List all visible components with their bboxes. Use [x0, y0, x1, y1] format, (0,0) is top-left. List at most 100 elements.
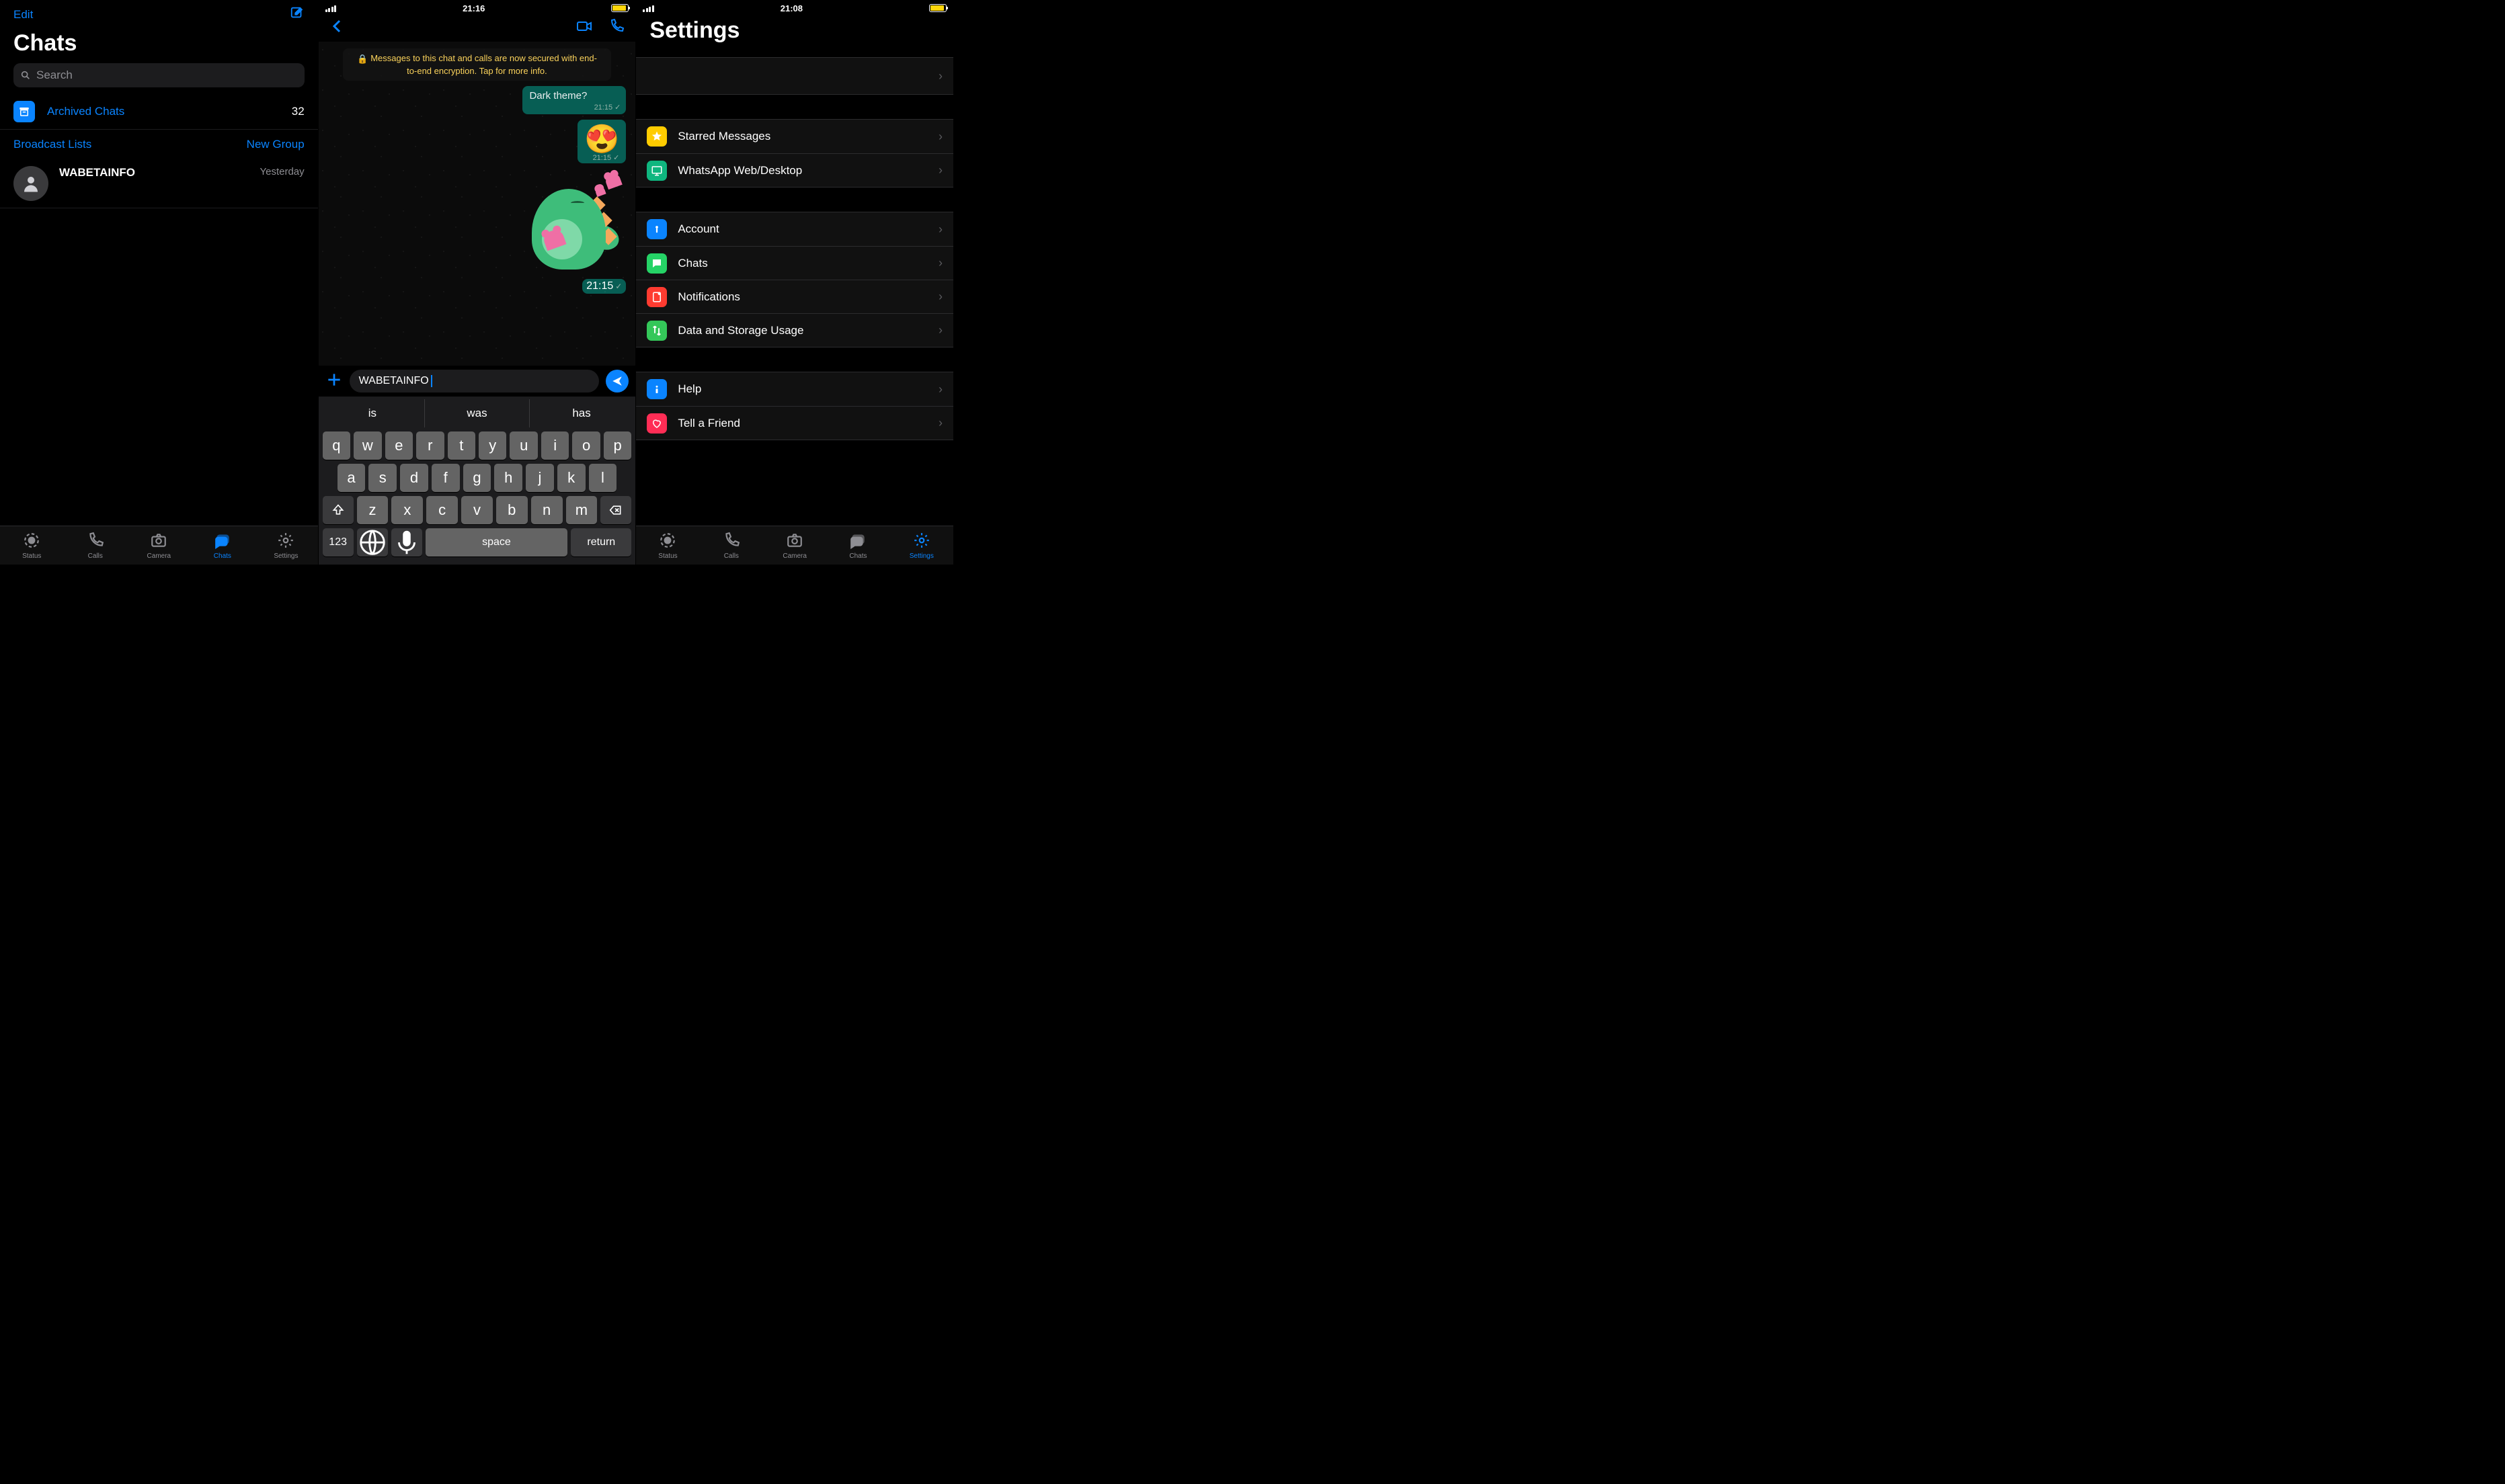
space-key[interactable]: space	[426, 528, 568, 556]
tab-calls[interactable]: Calls	[64, 526, 128, 565]
broadcast-lists-button[interactable]: Broadcast Lists	[13, 138, 91, 151]
globe-key[interactable]	[357, 528, 388, 556]
chat-row[interactable]: WABETAINFO Yesterday	[0, 159, 318, 208]
key-p[interactable]: p	[604, 431, 631, 460]
key-c[interactable]: c	[426, 496, 458, 524]
key-b[interactable]: b	[496, 496, 528, 524]
return-key[interactable]: return	[571, 528, 631, 556]
compose-button[interactable]	[290, 5, 305, 24]
key-x[interactable]: x	[391, 496, 423, 524]
message-input-value: WABETAINFO	[359, 375, 429, 387]
tell-icon	[647, 413, 667, 434]
message-input[interactable]: WABETAINFO	[350, 370, 600, 393]
voice-call-button[interactable]	[608, 18, 625, 38]
back-button[interactable]	[329, 18, 346, 38]
phone-icon	[608, 18, 625, 34]
tab-camera[interactable]: Camera	[763, 526, 826, 565]
search-wrap: Search	[0, 63, 318, 94]
tab-status[interactable]: Status	[636, 526, 699, 565]
message-bubble-outgoing[interactable]: 😍 21:15✓	[578, 120, 626, 163]
settings-cell-acct[interactable]: Account›	[636, 212, 953, 246]
settings-group: Starred Messages›WhatsApp Web/Desktop›	[636, 119, 953, 188]
key-d[interactable]: d	[400, 464, 428, 492]
profile-cell[interactable]: ›	[636, 57, 953, 95]
numbers-key[interactable]: 123	[323, 528, 354, 556]
cell-label: Account	[678, 222, 928, 236]
text-cursor	[431, 375, 432, 387]
backspace-icon	[609, 503, 623, 517]
list-actions-row: Broadcast Lists New Group	[0, 130, 318, 159]
key-q[interactable]: q	[323, 431, 350, 460]
tab-label: Settings	[274, 552, 298, 560]
attach-button[interactable]	[325, 371, 343, 392]
tab-status[interactable]: Status	[0, 526, 64, 565]
key-e[interactable]: e	[385, 431, 413, 460]
settings-cell-notif[interactable]: Notifications›	[636, 280, 953, 313]
tab-settings[interactable]: Settings	[254, 526, 318, 565]
prediction[interactable]: was	[424, 399, 529, 427]
key-u[interactable]: u	[510, 431, 537, 460]
message-bubble-outgoing[interactable]: Dark theme? 21:15✓	[522, 86, 626, 114]
data-icon	[647, 321, 667, 341]
key-z[interactable]: z	[357, 496, 389, 524]
avatar	[13, 166, 48, 201]
key-m[interactable]: m	[566, 496, 598, 524]
key-v[interactable]: v	[461, 496, 493, 524]
video-call-button[interactable]	[576, 18, 592, 38]
key-r[interactable]: r	[416, 431, 444, 460]
key-h[interactable]: h	[494, 464, 522, 492]
chevron-right-icon: ›	[939, 323, 943, 337]
cell-label: Help	[678, 382, 928, 396]
battery-icon	[929, 4, 947, 12]
calls-icon	[87, 532, 104, 551]
mic-icon	[391, 527, 422, 558]
prediction[interactable]: has	[529, 399, 634, 427]
send-button[interactable]	[606, 370, 629, 393]
archived-chats-row[interactable]: Archived Chats 32	[0, 94, 318, 130]
tab-chats[interactable]: Chats	[191, 526, 255, 565]
settings-cell-star[interactable]: Starred Messages›	[636, 120, 953, 153]
key-k[interactable]: k	[557, 464, 586, 492]
settings-cell-tell[interactable]: Tell a Friend›	[636, 406, 953, 440]
chevron-left-icon	[329, 18, 346, 34]
chat-body[interactable]: 🔒Messages to this chat and calls are now…	[319, 42, 636, 366]
settings-cell-web[interactable]: WhatsApp Web/Desktop›	[636, 153, 953, 187]
new-group-button[interactable]: New Group	[247, 138, 305, 151]
key-i[interactable]: i	[541, 431, 569, 460]
search-input[interactable]: Search	[13, 63, 305, 87]
key-n[interactable]: n	[531, 496, 563, 524]
key-t[interactable]: t	[448, 431, 475, 460]
status-time: 21:16	[463, 3, 485, 13]
settings-cell-chat[interactable]: Chats›	[636, 246, 953, 280]
key-w[interactable]: w	[354, 431, 381, 460]
signal-icon	[643, 5, 654, 12]
message-time: 21:15	[593, 155, 612, 162]
person-icon	[21, 173, 41, 194]
tab-chats[interactable]: Chats	[826, 526, 889, 565]
key-a[interactable]: a	[337, 464, 366, 492]
keyboard: iswashas qwertyuiop asdfghjkl zxcvbnm 12…	[319, 397, 636, 565]
encryption-text: Messages to this chat and calls are now …	[370, 53, 597, 76]
cell-label: Tell a Friend	[678, 417, 928, 430]
shift-key[interactable]	[323, 496, 354, 524]
status-icon	[659, 532, 676, 551]
tab-camera[interactable]: Camera	[127, 526, 191, 565]
tab-settings[interactable]: Settings	[890, 526, 953, 565]
backspace-key[interactable]	[600, 496, 631, 524]
encryption-banner[interactable]: 🔒Messages to this chat and calls are now…	[343, 48, 611, 81]
edit-button[interactable]: Edit	[13, 8, 33, 22]
key-l[interactable]: l	[589, 464, 617, 492]
key-j[interactable]: j	[526, 464, 554, 492]
key-g[interactable]: g	[463, 464, 491, 492]
key-s[interactable]: s	[368, 464, 397, 492]
tab-calls[interactable]: Calls	[700, 526, 763, 565]
key-f[interactable]: f	[432, 464, 460, 492]
sticker-message[interactable]: 21:15✓	[518, 169, 626, 294]
prediction[interactable]: is	[321, 399, 425, 427]
settings-cell-data[interactable]: Data and Storage Usage›	[636, 313, 953, 347]
mic-key[interactable]	[391, 528, 422, 556]
key-o[interactable]: o	[572, 431, 600, 460]
settings-cell-help[interactable]: Help›	[636, 372, 953, 406]
dino-sticker	[518, 169, 626, 276]
key-y[interactable]: y	[479, 431, 506, 460]
